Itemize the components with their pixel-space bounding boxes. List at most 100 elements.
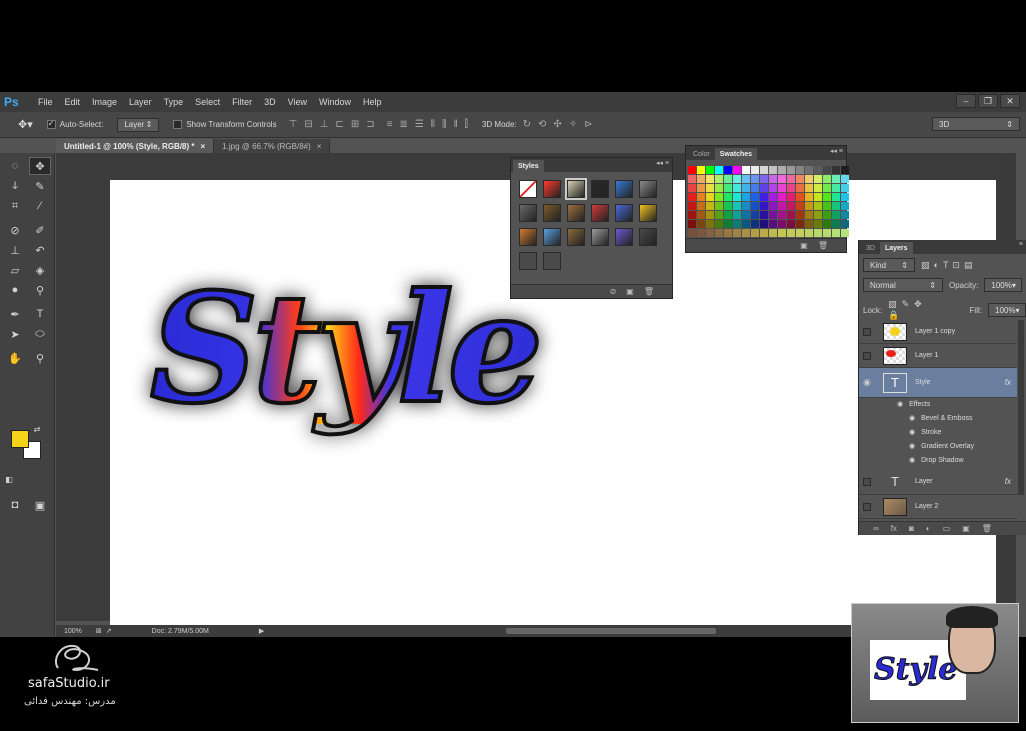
color-swatch[interactable] — [769, 220, 777, 228]
color-swatch[interactable] — [742, 193, 750, 201]
orbit-icon[interactable]: ↻ — [523, 119, 531, 130]
status-menu-arrow-icon[interactable]: ▶ — [259, 627, 264, 635]
color-swatch[interactable] — [832, 175, 840, 183]
color-swatch[interactable] — [751, 166, 759, 174]
eraser-tool-icon[interactable]: ▱ — [4, 261, 26, 279]
color-swatch[interactable] — [823, 202, 831, 210]
menu-filter[interactable]: Filter — [226, 97, 258, 107]
color-swatch[interactable] — [769, 229, 777, 237]
align-left-icon[interactable]: ⊏ — [335, 119, 343, 130]
color-swatch[interactable] — [760, 193, 768, 201]
color-swatch[interactable] — [706, 211, 714, 219]
color-swatch[interactable] — [814, 184, 822, 192]
style-preset-swatch[interactable] — [543, 228, 561, 246]
drag-icon[interactable]: ✣ — [553, 119, 561, 130]
default-colors-icon[interactable]: ◧ — [2, 473, 16, 485]
color-swatch[interactable] — [787, 193, 795, 201]
color-swatch[interactable] — [688, 202, 696, 210]
color-swatch[interactable] — [697, 166, 705, 174]
color-swatch[interactable] — [778, 211, 786, 219]
auto-select-checkbox[interactable] — [46, 119, 56, 129]
color-swatch[interactable] — [733, 202, 741, 210]
close-tab-icon[interactable]: × — [201, 142, 206, 151]
color-swatch[interactable] — [688, 184, 696, 192]
menu-image[interactable]: Image — [86, 97, 123, 107]
tab-1-jpg[interactable]: 1.jpg @ 66.7% (RGB/8#) × — [214, 139, 331, 153]
horizontal-scrollbar[interactable] — [506, 628, 716, 634]
distribute-left-icon[interactable]: ⫴ — [431, 119, 435, 130]
color-swatch[interactable] — [697, 220, 705, 228]
menu-select[interactable]: Select — [189, 97, 226, 107]
style-preset-swatch[interactable] — [519, 204, 537, 222]
color-swatch[interactable] — [832, 211, 840, 219]
color-swatch[interactable] — [706, 166, 714, 174]
color-swatch[interactable] — [841, 229, 849, 237]
style-preset-swatch[interactable] — [543, 180, 561, 198]
preview-icon[interactable]: ⊠ — [96, 627, 102, 635]
color-swatch[interactable] — [760, 202, 768, 210]
color-swatch[interactable] — [688, 193, 696, 201]
slide-icon[interactable]: ✧ — [569, 119, 577, 130]
color-swatch[interactable] — [769, 166, 777, 174]
screen-mode-icon[interactable]: ▣ — [29, 496, 51, 514]
color-swatch[interactable] — [724, 193, 732, 201]
style-preset-swatch[interactable] — [567, 228, 585, 246]
quick-mask-icon[interactable]: ◘ — [4, 496, 26, 514]
color-swatch[interactable] — [787, 202, 795, 210]
color-swatch[interactable] — [778, 202, 786, 210]
paint-bucket-icon[interactable]: ◈ — [29, 261, 51, 279]
menu-3d[interactable]: 3D — [258, 97, 282, 107]
color-swatch[interactable] — [814, 202, 822, 210]
lasso-tool-icon[interactable]: ↆ — [4, 177, 26, 195]
color-swatch[interactable] — [814, 193, 822, 201]
color-swatch[interactable] — [805, 166, 813, 174]
move-tool-preset-icon[interactable]: ✥▾ — [18, 118, 33, 131]
color-swatch[interactable] — [796, 220, 804, 228]
new-swatch-icon[interactable]: ▣ — [800, 241, 808, 250]
hand-tool-icon[interactable]: ✋ — [4, 349, 26, 367]
distribute-hcenter-icon[interactable]: ⫼ — [442, 119, 447, 130]
auto-align-icon[interactable]: ⫿ — [465, 119, 468, 130]
align-top-icon[interactable]: ⊤ — [289, 119, 298, 130]
blend-mode-dropdown[interactable]: Normal ⇕ — [863, 278, 943, 292]
eye-icon[interactable]: ◉ — [909, 456, 915, 464]
layer-row[interactable]: Layer 2 — [859, 495, 1017, 519]
show-transform-checkbox[interactable] — [173, 120, 183, 129]
color-swatch[interactable] — [715, 211, 723, 219]
style-preset-swatch[interactable] — [543, 252, 561, 270]
color-swatch[interactable] — [697, 229, 705, 237]
color-swatch[interactable] — [769, 184, 777, 192]
delete-layer-icon[interactable]: 🗑 — [982, 524, 992, 533]
new-group-icon[interactable]: ▭ — [943, 524, 951, 533]
color-swatch[interactable] — [733, 229, 741, 237]
color-swatch[interactable] — [724, 184, 732, 192]
color-swatch[interactable] — [760, 220, 768, 228]
layer-row[interactable]: T Layer fx — [859, 469, 1017, 495]
color-swatch[interactable] — [805, 220, 813, 228]
link-layers-icon[interactable]: ∞ — [873, 524, 879, 533]
color-swatch[interactable] — [697, 202, 705, 210]
quick-select-tool-icon[interactable]: ✎ — [29, 177, 51, 195]
swap-colors-icon[interactable]: ⇄ — [30, 423, 44, 435]
visibility-toggle[interactable] — [863, 327, 871, 336]
style-preset-swatch[interactable] — [567, 204, 585, 222]
effect-item[interactable]: ◉ Drop Shadow — [859, 453, 1017, 467]
distribute-top-icon[interactable]: ≡ — [387, 119, 393, 130]
color-swatch[interactable] — [742, 229, 750, 237]
menu-edit[interactable]: Edit — [59, 97, 87, 107]
fill-field[interactable]: 100% ▾ — [988, 303, 1026, 317]
layer-fx-badge[interactable]: fx — [1005, 477, 1011, 486]
color-swatch[interactable] — [796, 229, 804, 237]
color-swatch[interactable] — [841, 175, 849, 183]
color-swatch[interactable] — [796, 202, 804, 210]
align-bottom-icon[interactable]: ⊥ — [320, 119, 329, 130]
scale-icon[interactable]: ⊳ — [584, 119, 592, 130]
new-layer-icon[interactable]: ▣ — [962, 524, 970, 533]
color-swatch[interactable] — [724, 220, 732, 228]
color-swatch[interactable] — [742, 211, 750, 219]
marquee-tool-icon[interactable]: ◌ — [4, 157, 26, 175]
eye-icon[interactable]: ◉ — [897, 400, 903, 408]
dodge-tool-icon[interactable]: ⚲ — [29, 281, 51, 299]
opacity-field[interactable]: 100% ▾ — [984, 278, 1023, 292]
color-swatch[interactable] — [733, 166, 741, 174]
